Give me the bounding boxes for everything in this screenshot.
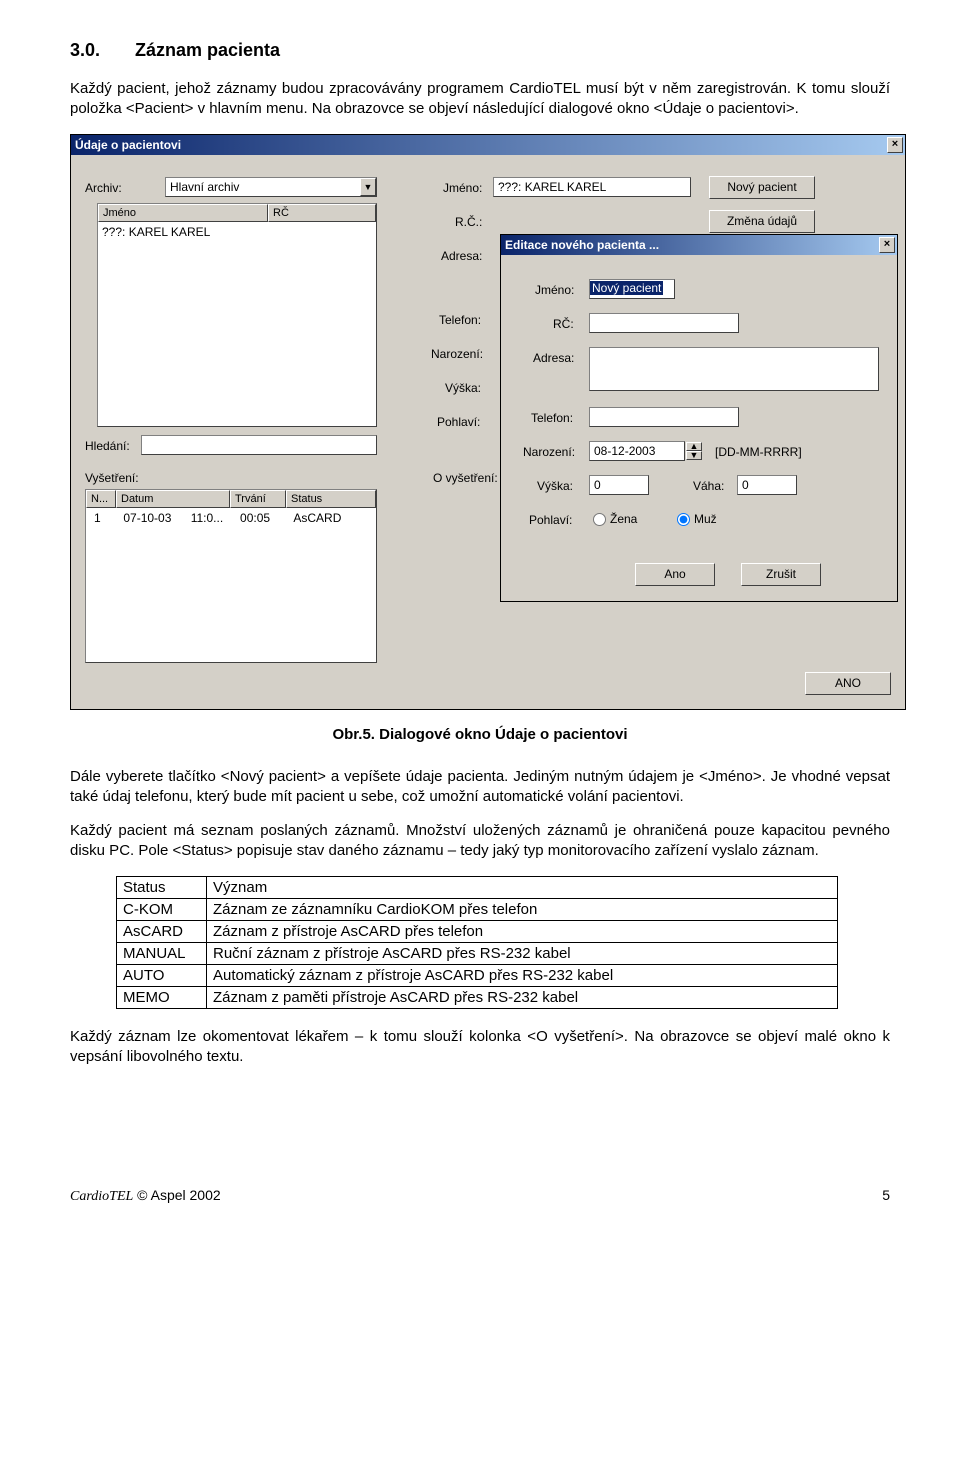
exam-list[interactable]: N... Datum Trvání Status 1 07-10-03 11:0… [85, 489, 377, 663]
field-e-vyska[interactable]: 0 [589, 475, 649, 495]
title-main: Údaje o pacientovi [75, 138, 181, 152]
label-e-datefmt: [DD-MM-RRRR] [715, 445, 802, 459]
label-vyska: Výška: [445, 381, 481, 395]
col-status[interactable]: Status [286, 490, 376, 508]
paragraph-1: Každý pacient, jehož záznamy budou zprac… [70, 79, 890, 120]
screenshot-dialog: Údaje o pacientovi × Archiv: Hlavní arch… [70, 134, 906, 710]
label-vysetreni: Vyšetření: [85, 471, 139, 485]
spinner-down-icon[interactable]: ▼ [686, 451, 702, 460]
status-table: Status Význam C-KOMZáznam ze záznamníku … [116, 876, 838, 1009]
paragraph-2: Dále vyberete tlačítko <Nový pacient> a … [70, 767, 890, 808]
field-e-vaha[interactable]: 0 [737, 475, 797, 495]
page-number: 5 [882, 1187, 890, 1203]
field-e-adresa[interactable] [589, 347, 879, 391]
btn-e-ano[interactable]: Ano [635, 563, 715, 586]
radio-muz[interactable]: Muž [677, 512, 717, 526]
footer-copyright: © Aspel 2002 [137, 1187, 221, 1203]
col-datum[interactable]: Datum [116, 490, 230, 508]
table-row: AsCARDZáznam z přístroje AsCARD přes tel… [117, 920, 838, 942]
label-e-pohlavi: Pohlaví: [529, 513, 572, 527]
section-heading: 3.0. Záznam pacienta [70, 40, 890, 61]
field-archiv[interactable]: Hlavní archiv [165, 177, 377, 197]
section-number: 3.0. [70, 40, 130, 61]
titlebar-main: Údaje o pacientovi × [71, 135, 905, 155]
label-jmeno: Jméno: [443, 181, 482, 195]
table-row: MANUALRuční záznam z přístroje AsCARD př… [117, 942, 838, 964]
field-e-rc[interactable] [589, 313, 739, 333]
table-row: Status Význam [117, 876, 838, 898]
table-row[interactable]: 1 07-10-03 11:0... 00:05 AsCARD [90, 510, 345, 526]
label-e-adresa: Adresa: [533, 351, 574, 365]
close-icon[interactable]: × [879, 237, 895, 253]
field-hledani[interactable] [141, 435, 377, 455]
table-row: MEMOZáznam z paměti přístroje AsCARD pře… [117, 986, 838, 1008]
window-edit: Editace nového pacienta ... × Jméno: Nov… [500, 234, 898, 602]
btn-zmena-udaju[interactable]: Změna údajů [709, 210, 815, 233]
field-e-narozeni[interactable]: 08-12-2003 [589, 441, 685, 461]
section-title: Záznam pacienta [135, 40, 280, 60]
label-e-rc: RČ: [553, 317, 574, 331]
footer-brand: CardioTEL [70, 1189, 133, 1204]
paragraph-3: Každý pacient má seznam poslaných záznam… [70, 821, 890, 862]
col-rc[interactable]: RČ [268, 204, 376, 222]
label-pohlavi: Pohlaví: [437, 415, 480, 429]
titlebar-edit: Editace nového pacienta ... × [501, 235, 897, 255]
label-archiv: Archiv: [85, 181, 122, 195]
table-row: AUTOAutomatický záznam z přístroje AsCAR… [117, 964, 838, 986]
title-edit: Editace nového pacienta ... [505, 238, 659, 252]
close-icon[interactable]: × [887, 137, 903, 153]
radio-zena[interactable]: Žena [593, 512, 637, 526]
label-ovysetreni: O vyšetření: [433, 471, 498, 485]
label-e-vaha: Váha: [693, 479, 724, 493]
btn-ano-main[interactable]: ANO [805, 672, 891, 695]
label-rc: R.Č.: [455, 215, 482, 229]
col-trvani[interactable]: Trvání [230, 490, 286, 508]
page-footer: CardioTEL © Aspel 2002 5 [70, 1187, 890, 1205]
col-n[interactable]: N... [86, 490, 116, 508]
label-e-telefon: Telefon: [531, 411, 573, 425]
btn-e-zrusit[interactable]: Zrušit [741, 563, 821, 586]
label-hledani: Hledání: [85, 439, 130, 453]
field-jmeno[interactable]: ???: KAREL KAREL [493, 177, 691, 197]
figure-caption: Obr.5. Dialogové okno Údaje o pacientovi [70, 726, 890, 743]
chevron-down-icon[interactable]: ▼ [360, 178, 376, 196]
label-e-vyska: Výška: [537, 479, 573, 493]
paragraph-4: Každý záznam lze okomentovat lékařem – k… [70, 1027, 890, 1068]
field-e-telefon[interactable] [589, 407, 739, 427]
field-e-jmeno[interactable]: Nový pacient [589, 279, 675, 299]
patient-list[interactable]: Jméno RČ ???: KAREL KAREL [97, 203, 377, 427]
list-item[interactable]: ???: KAREL KAREL [98, 224, 214, 240]
label-narozeni: Narození: [431, 347, 483, 361]
label-e-narozeni: Narození: [523, 445, 575, 459]
label-telefon: Telefon: [439, 313, 481, 327]
table-row: C-KOMZáznam ze záznamníku CardioKOM přes… [117, 898, 838, 920]
btn-novy-pacient[interactable]: Nový pacient [709, 176, 815, 199]
label-e-jmeno: Jméno: [535, 283, 574, 297]
col-jmeno[interactable]: Jméno [98, 204, 268, 222]
label-adresa: Adresa: [441, 249, 482, 263]
